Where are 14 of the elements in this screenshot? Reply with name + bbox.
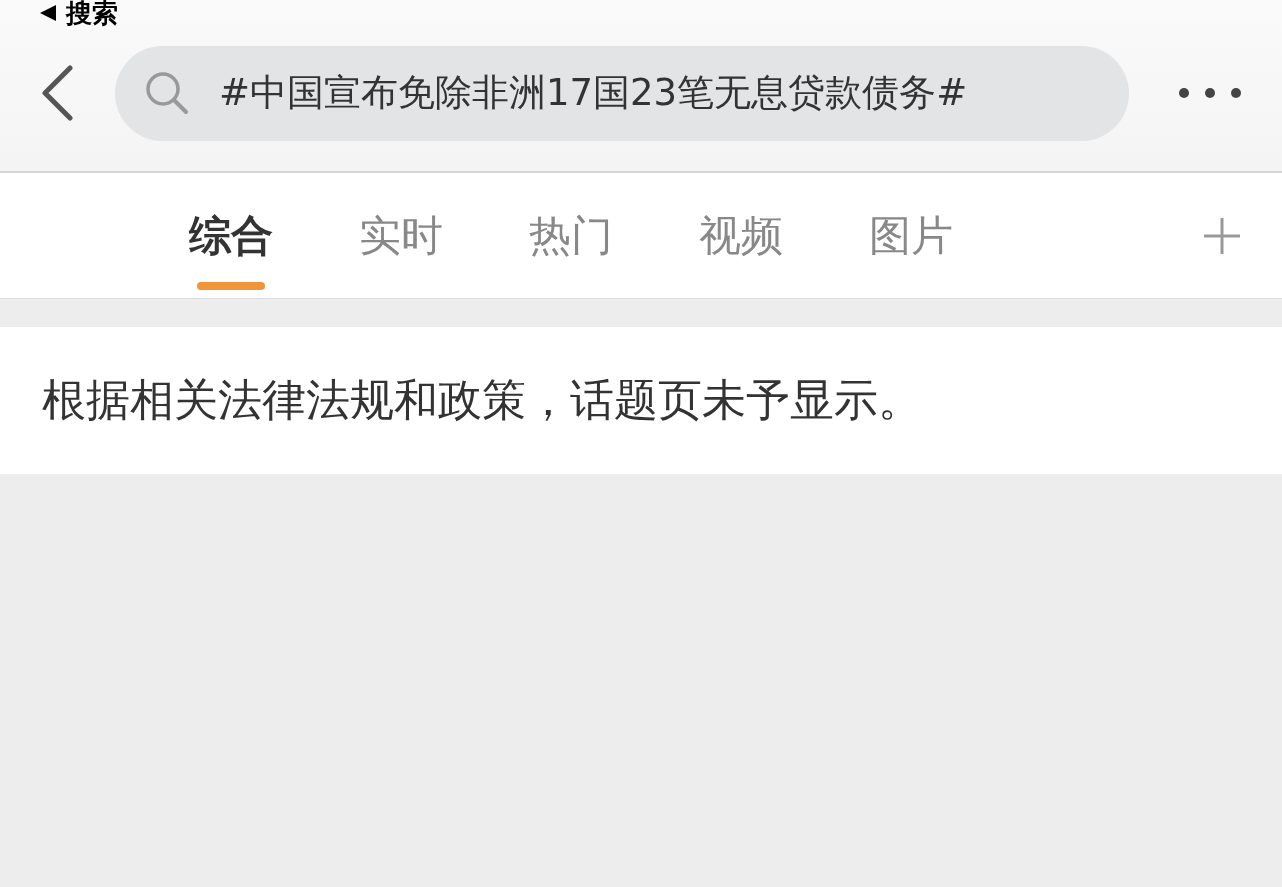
back-icon[interactable] xyxy=(40,65,74,121)
search-field[interactable]: #中国宣布免除非洲17国23笔无息贷款债务# xyxy=(115,45,1129,141)
tab[interactable]: 综合 xyxy=(189,173,273,298)
search-icon xyxy=(145,71,189,115)
back-link[interactable]: 搜索 xyxy=(66,0,118,26)
notice-text: 根据相关法律法规和政策，话题页未予显示。 xyxy=(42,373,922,427)
tab[interactable]: 热门 xyxy=(529,173,613,298)
tab[interactable]: 图片 xyxy=(869,173,953,298)
add-icon[interactable] xyxy=(1202,215,1242,256)
more-icon[interactable] xyxy=(1178,87,1242,99)
back-triangle-icon[interactable] xyxy=(38,3,58,23)
tab[interactable]: 视频 xyxy=(699,173,783,298)
tab[interactable]: 实时 xyxy=(359,173,443,298)
tab-indicator xyxy=(197,282,265,290)
